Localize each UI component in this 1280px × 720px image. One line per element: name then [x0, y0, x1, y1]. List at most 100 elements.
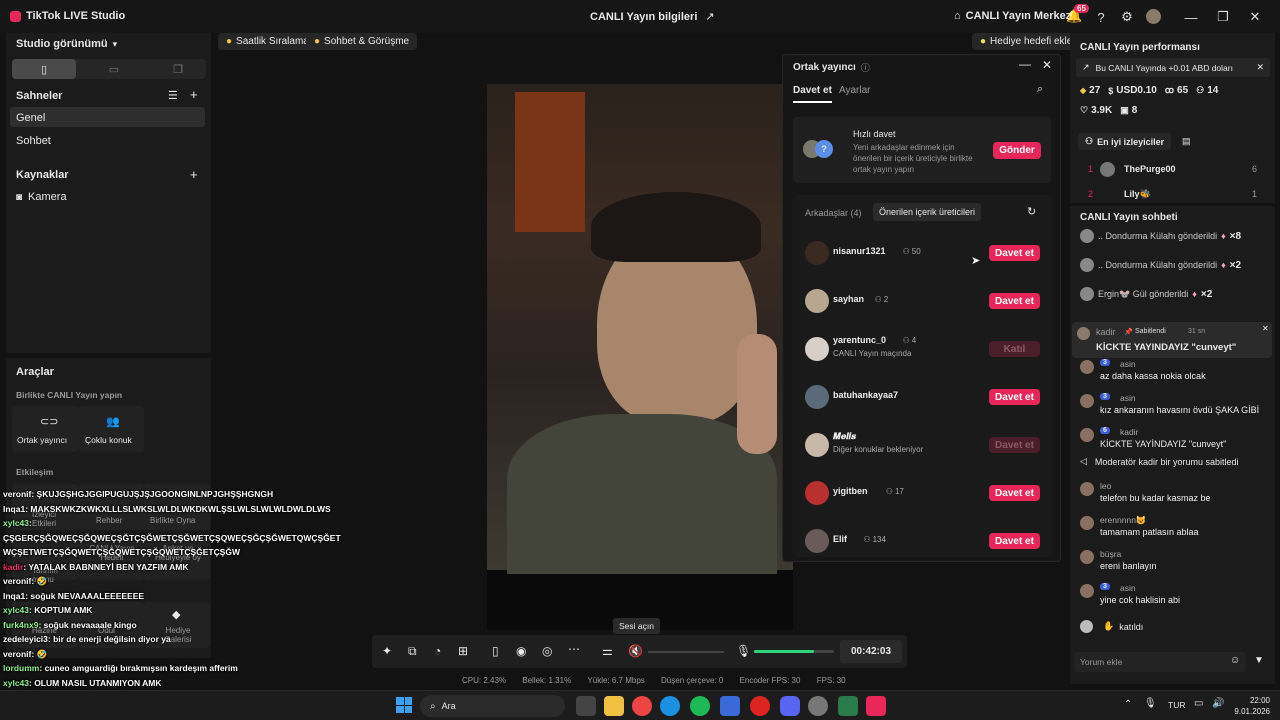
invite-button[interactable]: Davet et	[989, 437, 1040, 453]
close-pinned-icon[interactable]: ✕	[1262, 324, 1269, 333]
close-banner-icon[interactable]: ✕	[1256, 62, 1264, 73]
tab-active-underline	[793, 101, 832, 103]
opera-icon[interactable]	[750, 696, 770, 716]
invite-button[interactable]: Davet et	[989, 389, 1040, 405]
comment-input[interactable]: Yorum ekle ☺	[1074, 652, 1246, 672]
mic-volume-slider[interactable]	[754, 650, 834, 653]
search-icon[interactable]: ⌕	[1037, 83, 1043, 96]
invite-button[interactable]: Davet et	[989, 485, 1040, 501]
discord-icon[interactable]	[780, 696, 800, 716]
spotify-icon[interactable]	[690, 696, 710, 716]
tray-mic-icon[interactable]: 🎙	[1144, 698, 1157, 709]
pinned-comment[interactable]: kadir 📌 Sabitlendi 31 sn ✕ KİCKTE YAYIND…	[1072, 322, 1272, 358]
app-icon[interactable]	[838, 696, 858, 716]
steam-icon[interactable]	[720, 696, 740, 716]
avatar	[805, 385, 829, 409]
chat-message[interactable]: erennnnn😺 tamamam patlasın ablaa	[1080, 514, 1270, 542]
chat-message[interactable]: 3 asin az daha kassa nokia olcak	[1080, 358, 1270, 386]
co-host-tool-button[interactable]: ⊂⊃ Ortak yayıncı	[12, 406, 78, 452]
tiktok-studio-icon[interactable]	[866, 696, 886, 716]
live-center-button[interactable]: ⌂ CANLI Yayın Merkezi	[954, 10, 1074, 22]
tab-invite[interactable]: Davet et	[793, 84, 832, 103]
notification-bell-icon[interactable]: 🔔 65	[1066, 4, 1089, 24]
record-icon[interactable]: ◉	[516, 644, 526, 658]
volume-icon[interactable]: 🔊	[1212, 698, 1224, 709]
more-icon[interactable]: ⋯	[568, 642, 580, 656]
top-viewer-row[interactable]: 1 ThePurge00 6	[1080, 162, 1270, 177]
chat-message[interactable]: 6 kadir KİCKTE YAYİNDAYIZ "cunveyt"	[1080, 426, 1270, 454]
scene-item-genel[interactable]: Genel	[10, 107, 205, 127]
avatar[interactable]	[1146, 9, 1161, 24]
control-bar: ✦ ⧉ ◔ ⊞ ▯ ◉ ◎ ⋯ ⚌ 🔇 🎙 00:42:03	[372, 635, 907, 668]
portrait-mode-icon[interactable]: ▯	[12, 59, 76, 79]
maximize-icon[interactable]: ❐	[1212, 6, 1234, 28]
list-icon[interactable]: ▤	[1182, 136, 1191, 147]
users-icon: ⚇	[1085, 136, 1094, 146]
add-source-icon[interactable]: +	[190, 167, 198, 182]
stream-chat-overlay: veronif: ŞKUJGŞHGJGGIPUGUJŞJŞJGOONGINLNP…	[0, 486, 341, 720]
refresh-icon[interactable]: ↻	[1027, 205, 1036, 218]
multi-guest-tool-button[interactable]: 👥 Çoklu konuk	[78, 406, 144, 452]
overlay-text: : 🤣	[31, 648, 48, 659]
tab-settings[interactable]: Ayarlar	[839, 85, 871, 96]
sticker-icon[interactable]: ◔	[434, 644, 441, 658]
task-view-icon[interactable]	[576, 696, 596, 716]
filter-icon[interactable]: ▼	[1254, 655, 1264, 666]
source-item-camera[interactable]: ◙ Kamera	[16, 191, 67, 203]
taskbar-search[interactable]: ⌕ Ara	[420, 695, 565, 717]
clock[interactable]: 22:00 9.01.2026	[1230, 695, 1270, 717]
hourly-ranking-chip[interactable]: ● Saatlik Sıralama	[218, 33, 317, 50]
suggested-creators-tab[interactable]: Önerilen içerik üreticileri	[873, 203, 982, 221]
invite-button[interactable]: Davet et	[989, 533, 1040, 549]
tray-chevron-icon[interactable]: ⌃	[1124, 699, 1132, 710]
close-panel-icon[interactable]: ✕	[1042, 58, 1052, 72]
chat-message[interactable]: büşra ereni banlayın	[1080, 548, 1270, 576]
add-gift-goal-chip[interactable]: ● Hediye hedefi ekle	[972, 33, 1081, 50]
minimize-icon[interactable]: —	[1180, 6, 1202, 28]
settings-gear-icon[interactable]: ⚙	[1116, 6, 1138, 28]
info-icon[interactable]: ⓘ	[861, 61, 870, 74]
network-icon[interactable]: ▭	[1194, 698, 1203, 709]
add-scene-icon[interactable]: +	[190, 87, 198, 102]
invite-button[interactable]: Katıl	[989, 341, 1040, 357]
close-icon[interactable]: ✕	[1244, 6, 1266, 28]
language-indicator[interactable]: TUR	[1168, 700, 1185, 710]
invite-button[interactable]: Davet et	[989, 293, 1040, 309]
windows-start-icon[interactable]	[396, 697, 412, 713]
edge-icon[interactable]	[660, 696, 680, 716]
layout-icon[interactable]: ⧉	[408, 644, 417, 659]
user-row: sayhan ⚇ 2 Davet et	[793, 281, 1051, 321]
mixer-icon[interactable]: ⚌	[602, 644, 613, 658]
top-viewer-row[interactable]: 2 Lily🐝 1	[1080, 189, 1270, 199]
chat-meet-chip[interactable]: ● Sohbet & Görüşme	[306, 33, 418, 50]
studio-view-dropdown[interactable]: Studio görünümü ▾	[16, 38, 117, 50]
chat-message[interactable]: 3 asin kız ankaranın havasını övdü ŞAKA Gİ…	[1080, 392, 1270, 420]
minimize-panel-icon[interactable]: —	[1019, 57, 1031, 71]
dual-mode-icon[interactable]: ❐	[146, 59, 210, 79]
microphone-icon[interactable]: 🎙	[736, 644, 751, 658]
chat-message[interactable]: 3 asin yine cok haklisin abi	[1080, 582, 1270, 610]
speaker-volume-slider[interactable]	[648, 651, 724, 653]
viewers-icon: ꝏ	[1164, 85, 1175, 95]
speaker-muted-icon[interactable]: 🔇	[628, 644, 643, 658]
live-info-button[interactable]: CANLI Yayın bilgileri ↗	[590, 10, 715, 24]
emoji-icon[interactable]: ☺	[1230, 655, 1240, 666]
magic-wand-icon[interactable]: ✦	[382, 644, 392, 658]
scene-list-icon[interactable]: ☰	[168, 89, 178, 102]
help-icon[interactable]: ?	[1090, 6, 1112, 28]
overlay-chat-line: veronif: ŞKUJGŞHGJGGIPUGUJŞJŞJGOONGINLNP…	[3, 489, 273, 499]
performance-panel: CANLI Yayın performansı ↗ Bu CANLI Yayın…	[1070, 33, 1275, 203]
friends-tab[interactable]: Arkadaşlar (4)	[805, 208, 862, 218]
top-viewers-button[interactable]: ⚇ En iyi izleyiciler	[1078, 133, 1172, 150]
app-icon[interactable]	[808, 696, 828, 716]
file-explorer-icon[interactable]	[604, 696, 624, 716]
scene-item-sohbet[interactable]: Sohbet	[10, 131, 205, 151]
chrome-icon[interactable]	[632, 696, 652, 716]
phone-icon[interactable]: ▯	[492, 644, 499, 658]
send-button[interactable]: Gönder	[993, 142, 1041, 159]
chat-message[interactable]: leo telefon bu kadar kasmaz be	[1080, 480, 1270, 508]
landscape-mode-icon[interactable]: ▭	[82, 59, 146, 79]
camera-effects-icon[interactable]: ◎	[542, 644, 552, 658]
invite-button[interactable]: Davet et	[989, 245, 1040, 261]
scene-add-icon[interactable]: ⊞	[458, 644, 468, 658]
